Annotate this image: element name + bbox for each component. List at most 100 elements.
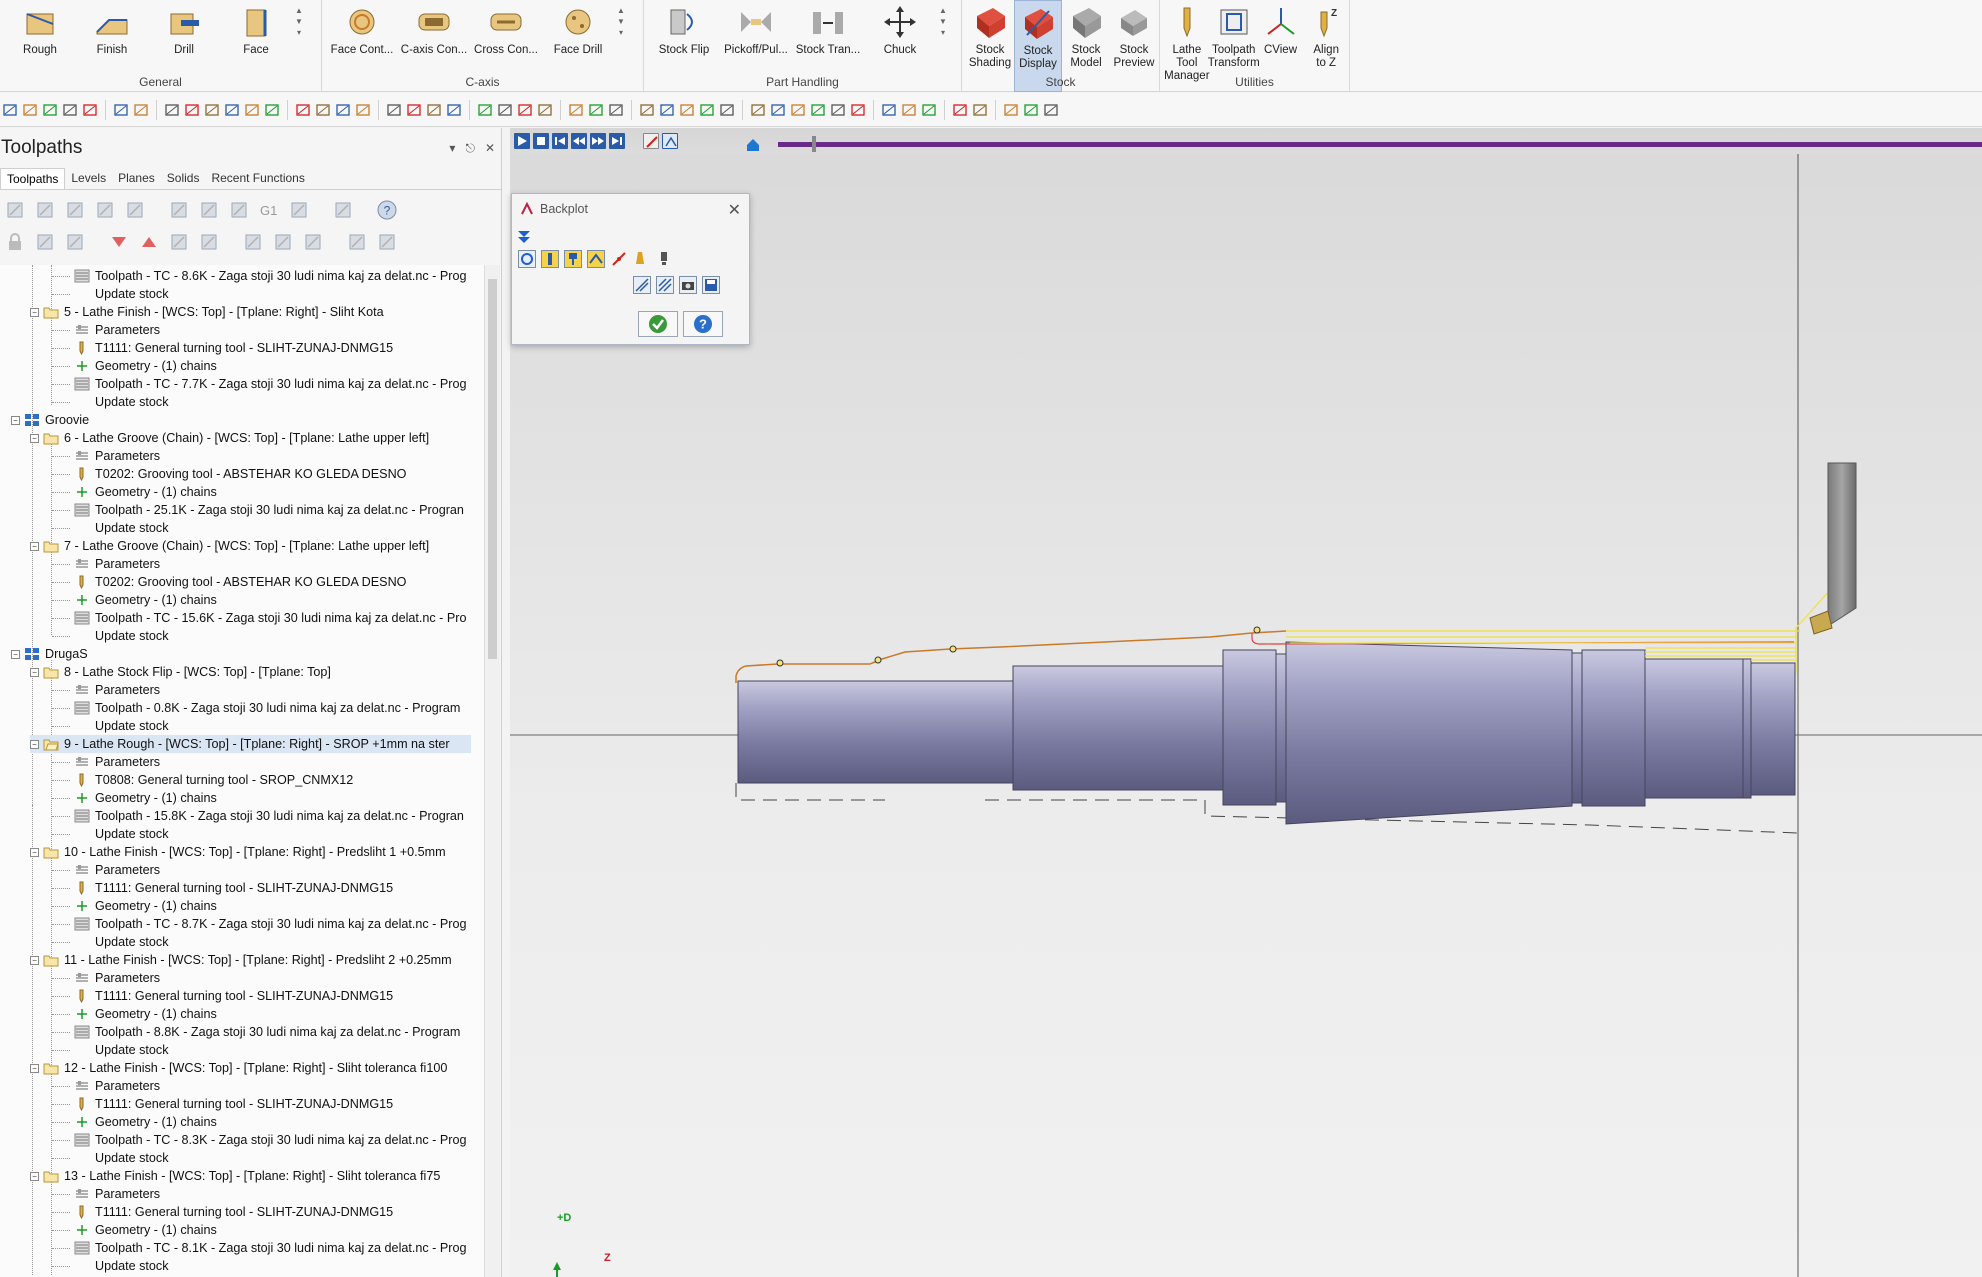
tree-item-row[interactable]: Update stock	[74, 393, 484, 411]
tree-item-row[interactable]: Update stock	[74, 519, 484, 537]
select-tool-icon[interactable]	[272, 231, 294, 253]
tree-item-row[interactable]: Parameters	[74, 321, 484, 339]
tree-operation-row[interactable]: − 9 - Lathe Rough - [WCS: Top] - [Tplane:…	[30, 735, 471, 753]
tree-item-row[interactable]: T0808: General turning tool - SROP_CNMX1…	[74, 771, 484, 789]
rectangle-icon[interactable]	[224, 102, 240, 118]
tree-item-row[interactable]: T1111: General turning tool - SLIHT-ZUNA…	[74, 339, 484, 357]
mirror-icon[interactable]	[517, 102, 533, 118]
tree-item-row[interactable]: T0202: Grooving tool - ABSTEHAR KO GLEDA…	[74, 465, 484, 483]
tree-item-row[interactable]: T0202: Grooving tool - ABSTEHAR KO GLEDA…	[74, 573, 484, 591]
tree-item-row[interactable]: Toolpath - 8.8K - Zaga stoji 30 ludi nim…	[74, 1023, 484, 1041]
break-icon[interactable]	[386, 102, 402, 118]
save-icon[interactable]	[22, 102, 38, 118]
tree-item-row[interactable]: Toolpath - 15.8K - Zaga stoji 30 ludi ni…	[74, 807, 484, 825]
close-icon[interactable]: ✕	[485, 141, 495, 156]
more-icon[interactable]	[1043, 102, 1059, 118]
rotate-icon[interactable]	[497, 102, 513, 118]
tree-item-row[interactable]: T1111: General turning tool - SLIHT-ZUNA…	[74, 1095, 484, 1113]
tree-item-row[interactable]: Toolpath - TC - 15.6K - Zaga stoji 30 lu…	[74, 609, 484, 627]
options-icon[interactable]	[302, 231, 324, 253]
view-bottom-icon[interactable]	[719, 102, 735, 118]
high-feed-icon[interactable]	[288, 199, 310, 221]
print-icon[interactable]	[62, 102, 78, 118]
save-as-icon[interactable]	[42, 102, 58, 118]
collapse-icon[interactable]: −	[30, 667, 39, 677]
tree-item-row[interactable]: Toolpath - 25.1K - Zaga stoji 30 ludi ni…	[74, 501, 484, 519]
select-all-icon[interactable]	[4, 199, 26, 221]
tree-item-row[interactable]: Toolpath - TC - 8.7K - Zaga stoji 30 lud…	[74, 915, 484, 933]
show-holder-icon[interactable]	[564, 250, 582, 268]
new-file-icon[interactable]	[2, 102, 18, 118]
collapse-icon[interactable]: −	[30, 1171, 39, 1181]
circle-icon[interactable]	[264, 102, 280, 118]
tree-item-row[interactable]: Update stock	[74, 285, 484, 303]
tree-item-row[interactable]: Toolpath - TC - 8.3K - Zaga stoji 30 lud…	[74, 1131, 484, 1149]
expand-options-icon[interactable]	[515, 228, 533, 246]
collapse-icon[interactable]: −	[30, 307, 39, 317]
hatch-two-icon[interactable]	[656, 276, 674, 294]
tree-item-row[interactable]: Geometry - (1) chains	[74, 1113, 484, 1131]
tree-item-row[interactable]: Update stock	[74, 933, 484, 951]
tree-item-row[interactable]: Update stock	[74, 1257, 484, 1275]
baseline-icon[interactable]	[790, 102, 806, 118]
tree-item-row[interactable]: Parameters	[74, 681, 484, 699]
tab-toolpaths[interactable]: Toolpaths	[0, 168, 66, 189]
close-icon[interactable]: ✕	[728, 200, 741, 220]
tree-item-row[interactable]: Parameters	[74, 969, 484, 987]
panel-menu-icon[interactable]: ▾	[449, 141, 455, 156]
lock-icon[interactable]	[4, 231, 26, 253]
arc-icon[interactable]	[335, 102, 351, 118]
move-up-icon[interactable]	[138, 231, 160, 253]
tree-item-row[interactable]: Geometry - (1) chains	[74, 1221, 484, 1239]
tree-operation-row[interactable]: − 13 - Lathe Finish - [WCS: Top] - [Tplan…	[30, 1167, 471, 1185]
tree-item-row[interactable]: T1111: General turning tool - SLIHT-ZUNA…	[74, 987, 484, 1005]
scale-icon[interactable]	[537, 102, 553, 118]
globe-icon[interactable]	[921, 102, 937, 118]
tree-item-row[interactable]: Parameters	[74, 753, 484, 771]
collapse-icon[interactable]: −	[30, 847, 39, 857]
tree-group-row[interactable]: − DrugaS	[11, 645, 471, 663]
settings-icon[interactable]	[376, 231, 398, 253]
tab-planes[interactable]: Planes	[112, 168, 161, 189]
tree-item-row[interactable]: Parameters	[74, 1185, 484, 1203]
ordinate-icon[interactable]	[770, 102, 786, 118]
simulate-icon[interactable]	[198, 199, 220, 221]
point-icon[interactable]	[164, 102, 180, 118]
collapse-icon[interactable]: −	[11, 415, 20, 425]
tree-operation-row[interactable]: − 11 - Lathe Finish - [WCS: Top] - [Tplan…	[30, 951, 471, 969]
tree-group-row[interactable]: − Groovie	[11, 411, 471, 429]
line-endpoints-icon[interactable]	[204, 102, 220, 118]
tree-item-row[interactable]: T1111: General turning tool - SLIHT-ZUNA…	[74, 879, 484, 897]
tree-item-row[interactable]: Toolpath - TC - 8.1K - Zaga stoji 30 lud…	[74, 1239, 484, 1257]
delete-entities-icon[interactable]	[295, 102, 311, 118]
triangle-icon[interactable]	[850, 102, 866, 118]
show-tool-icon[interactable]	[541, 250, 559, 268]
dimension-icon[interactable]	[750, 102, 766, 118]
backplot-icon[interactable]	[168, 199, 190, 221]
tree-item-row[interactable]: Update stock	[74, 1149, 484, 1167]
tab-recent-functions[interactable]: Recent Functions	[205, 168, 310, 189]
tree-item-row[interactable]: Toolpath - TC - 8.6K - Zaga stoji 30 lud…	[74, 267, 484, 285]
tree-item-row[interactable]: T1111: General turning tool - SLIHT-ZUNA…	[74, 1203, 484, 1221]
help-icon[interactable]: ?	[376, 199, 398, 221]
operations-tree[interactable]: Toolpath - TC - 8.6K - Zaga stoji 30 lud…	[0, 265, 500, 1277]
tree-scrollbar[interactable]	[484, 265, 500, 1277]
save-icon[interactable]	[702, 276, 720, 294]
hatch-one-icon[interactable]	[633, 276, 651, 294]
tree-item-row[interactable]: Geometry - (1) chains	[74, 897, 484, 915]
view-iso-icon[interactable]	[639, 102, 655, 118]
pen-icon[interactable]	[1023, 102, 1039, 118]
collapse-icon[interactable]: −	[30, 739, 39, 749]
collapse-icon[interactable]: −	[30, 1063, 39, 1073]
scroll-thumb[interactable]	[488, 279, 497, 659]
measure-icon[interactable]	[1003, 102, 1019, 118]
fillet-icon[interactable]	[355, 102, 371, 118]
select-geometry-icon[interactable]	[242, 231, 264, 253]
collapse-icon[interactable]: −	[30, 955, 39, 965]
view-front-icon[interactable]	[679, 102, 695, 118]
screenshot-icon[interactable]	[679, 276, 697, 294]
modify-length-icon[interactable]	[426, 102, 442, 118]
wireframe-icon[interactable]	[972, 102, 988, 118]
ghost-icon[interactable]	[64, 231, 86, 253]
ok-button[interactable]	[638, 311, 678, 337]
